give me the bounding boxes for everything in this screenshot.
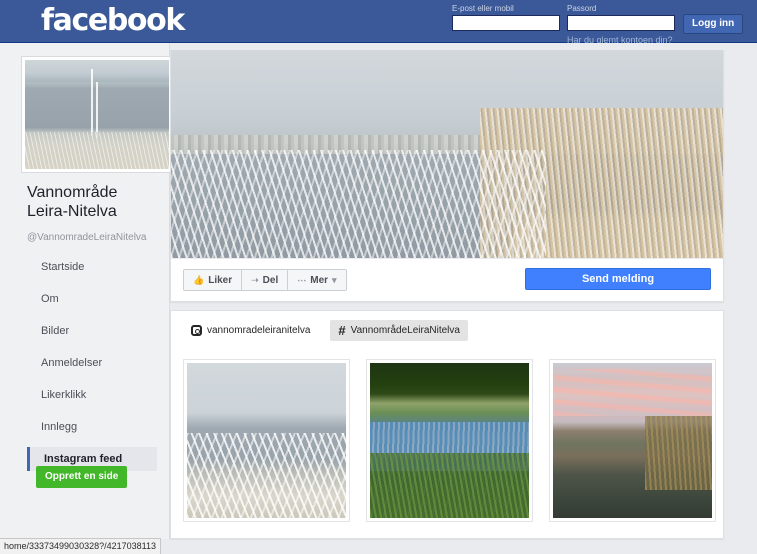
instagram-photo-2-image	[370, 363, 529, 518]
create-page-button[interactable]: Opprett en side	[36, 466, 128, 488]
page-action-bar: 👍 Liker ➝ Del ⋯ Mer ▾ Send melding	[171, 258, 723, 300]
sidebar-item-bilder[interactable]: Bilder	[0, 319, 170, 343]
password-label: Passord	[567, 4, 597, 13]
cover-card: 👍 Liker ➝ Del ⋯ Mer ▾ Send melding	[170, 50, 724, 302]
send-message-button[interactable]: Send melding	[525, 268, 711, 290]
more-button[interactable]: ⋯ Mer ▾	[288, 270, 346, 290]
profile-photo[interactable]	[21, 56, 173, 173]
email-field-group: E-post eller mobil	[452, 3, 560, 31]
tab-instagram-hashtag[interactable]: # VannområdeLeiraNitelva	[330, 320, 468, 341]
facebook-top-bar: facebook E-post eller mobil Passord Logg…	[0, 0, 757, 45]
sidebar-item-innlegg[interactable]: Innlegg	[0, 415, 170, 439]
instagram-camera-icon	[191, 325, 202, 336]
instagram-photo-grid	[183, 359, 716, 522]
instagram-photo-3[interactable]	[549, 359, 716, 522]
reed-decoration	[91, 68, 94, 137]
cover-photo[interactable]	[171, 50, 723, 258]
sidebar-item-likerklikk[interactable]: Likerklikk	[0, 383, 170, 407]
chevron-down-icon: ▾	[332, 274, 337, 285]
instagram-photo-2[interactable]	[366, 359, 533, 522]
instagram-photo-1-image	[187, 363, 346, 518]
ellipsis-icon: ⋯	[297, 274, 307, 285]
page-title: Vannområde Leira-Nitelva	[27, 183, 167, 221]
email-label: E-post eller mobil	[452, 4, 514, 13]
like-button[interactable]: 👍 Liker	[184, 270, 243, 290]
profile-photo-image	[25, 60, 169, 169]
instagram-feed-tabs: vannomradeleiranitelva # VannområdeLeira…	[183, 320, 468, 341]
more-button-label: Mer	[310, 274, 329, 286]
share-button[interactable]: ➝ Del	[242, 270, 289, 290]
thumbs-up-icon: 👍	[193, 274, 205, 285]
login-button[interactable]: Logg inn	[683, 14, 744, 34]
page-title-line-2: Leira-Nitelva	[27, 203, 117, 220]
page-action-button-group: 👍 Liker ➝ Del ⋯ Mer ▾	[183, 269, 347, 291]
hashtag-icon: #	[338, 323, 346, 338]
share-arrow-icon: ➝	[251, 274, 259, 285]
tab-instagram-account-label: vannomradeleiranitelva	[207, 325, 311, 336]
browser-status-bar: home/33373499030328?/4217038113	[0, 538, 161, 554]
instagram-photo-1[interactable]	[183, 359, 350, 522]
left-sidebar: Vannområde Leira-Nitelva @VannomradeLeir…	[0, 43, 173, 539]
sidebar-item-anmeldelser[interactable]: Anmeldelser	[0, 351, 170, 375]
instagram-photo-3-image	[553, 363, 712, 518]
cover-frost-grass	[171, 149, 547, 258]
reed-decoration	[95, 81, 98, 139]
like-button-label: Liker	[208, 274, 233, 286]
share-button-label: Del	[262, 274, 279, 286]
page-handle: @VannomradeLeiraNitelva	[27, 232, 147, 243]
instagram-feed-card: vannomradeleiranitelva # VannområdeLeira…	[170, 310, 724, 539]
facebook-logo[interactable]: facebook	[41, 4, 185, 38]
password-input[interactable]	[567, 15, 675, 31]
password-field-group: Passord	[567, 3, 675, 31]
email-input[interactable]	[452, 15, 560, 31]
tab-instagram-account[interactable]: vannomradeleiranitelva	[183, 321, 318, 340]
page-title-line-1: Vannområde	[27, 184, 118, 201]
sidebar-item-om[interactable]: Om	[0, 287, 170, 311]
sidebar-item-startside[interactable]: Startside	[0, 255, 170, 279]
tab-instagram-hashtag-label: VannområdeLeiraNitelva	[350, 325, 460, 336]
sidebar-nav-list: Startside Om Bilder Anmeldelser Likerkli…	[0, 255, 170, 479]
